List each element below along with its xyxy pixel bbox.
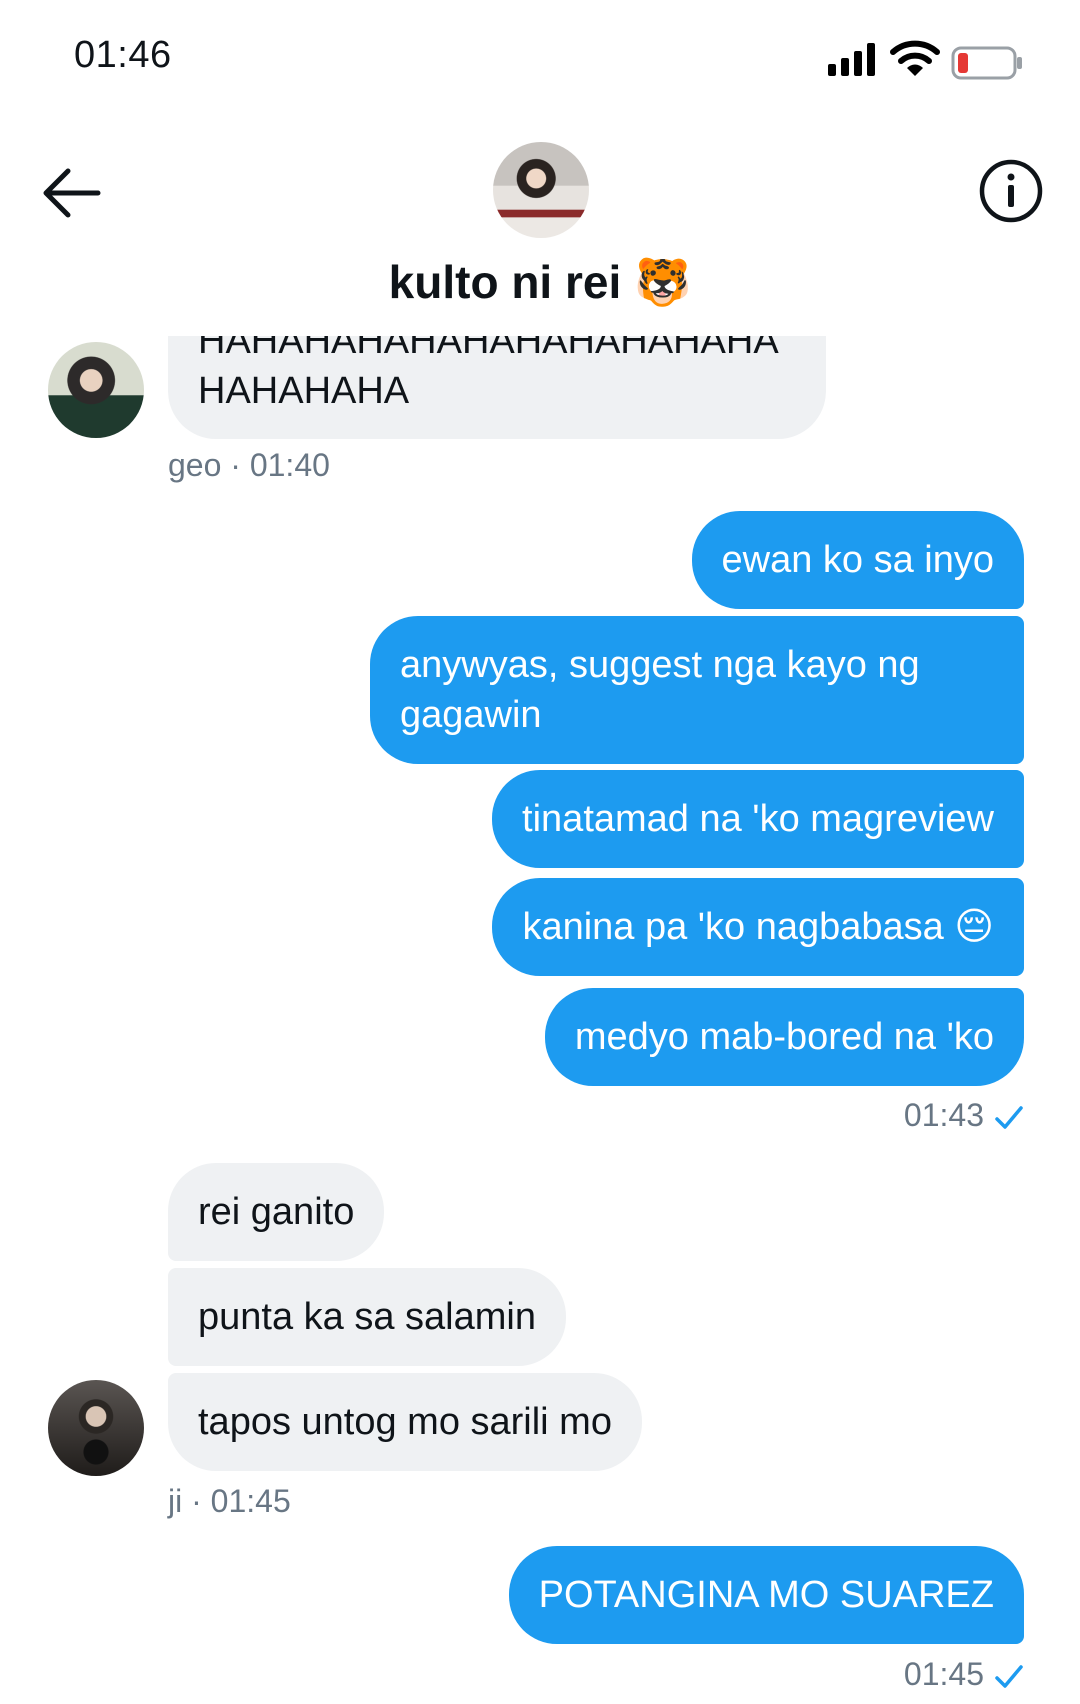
signal-icon [828,42,875,76]
read-check-icon [995,1664,1023,1688]
conversation-title: kulto ni rei 🐯 [388,256,692,308]
geo-bubble-clip: HAHAHAHAHAHAHAHAHAHAHA HAHAHAHA [168,336,826,439]
wifi-icon [890,40,940,76]
geo-message-bubble[interactable]: HAHAHAHAHAHAHAHAHAHAHA HAHAHAHA [168,336,826,439]
outgoing-message-bubble[interactable]: anywyas, suggest nga kayo ng gagawin [370,616,1024,764]
battery-icon [951,46,1022,80]
status-time: 01:46 [74,34,172,76]
ji-message-bubble[interactable]: punta ka sa salamin [168,1268,566,1366]
geo-message-meta: geo · 01:40 [168,447,330,483]
info-icon[interactable] [978,158,1044,224]
ji-message-bubble[interactable]: tapos untog mo sarili mo [168,1373,642,1471]
outgoing-message-bubble[interactable]: POTANGINA MO SUAREZ [508,1546,1024,1644]
read-check-icon [995,1105,1023,1129]
ji-message-meta: ji · 01:45 [168,1483,291,1519]
outgoing-message-bubble[interactable]: kanina pa 'ko nagbabasa 😔 [492,878,1024,976]
ji-message-bubble[interactable]: rei ganito [168,1163,385,1261]
group-avatar[interactable] [493,142,589,238]
outgoing-message-bubble[interactable]: ewan ko sa inyo [691,511,1024,609]
outgoing-message-bubble[interactable]: tinatamad na 'ko magreview [492,770,1024,868]
back-arrow-icon[interactable] [40,165,104,221]
geo-avatar[interactable] [48,342,144,438]
ji-avatar[interactable] [48,1380,144,1476]
outgoing-message-bubble[interactable]: medyo mab-bored na 'ko [544,988,1024,1086]
outgoing-meta: 01:45 [904,1656,1024,1693]
outgoing-meta: 01:43 [904,1097,1024,1134]
